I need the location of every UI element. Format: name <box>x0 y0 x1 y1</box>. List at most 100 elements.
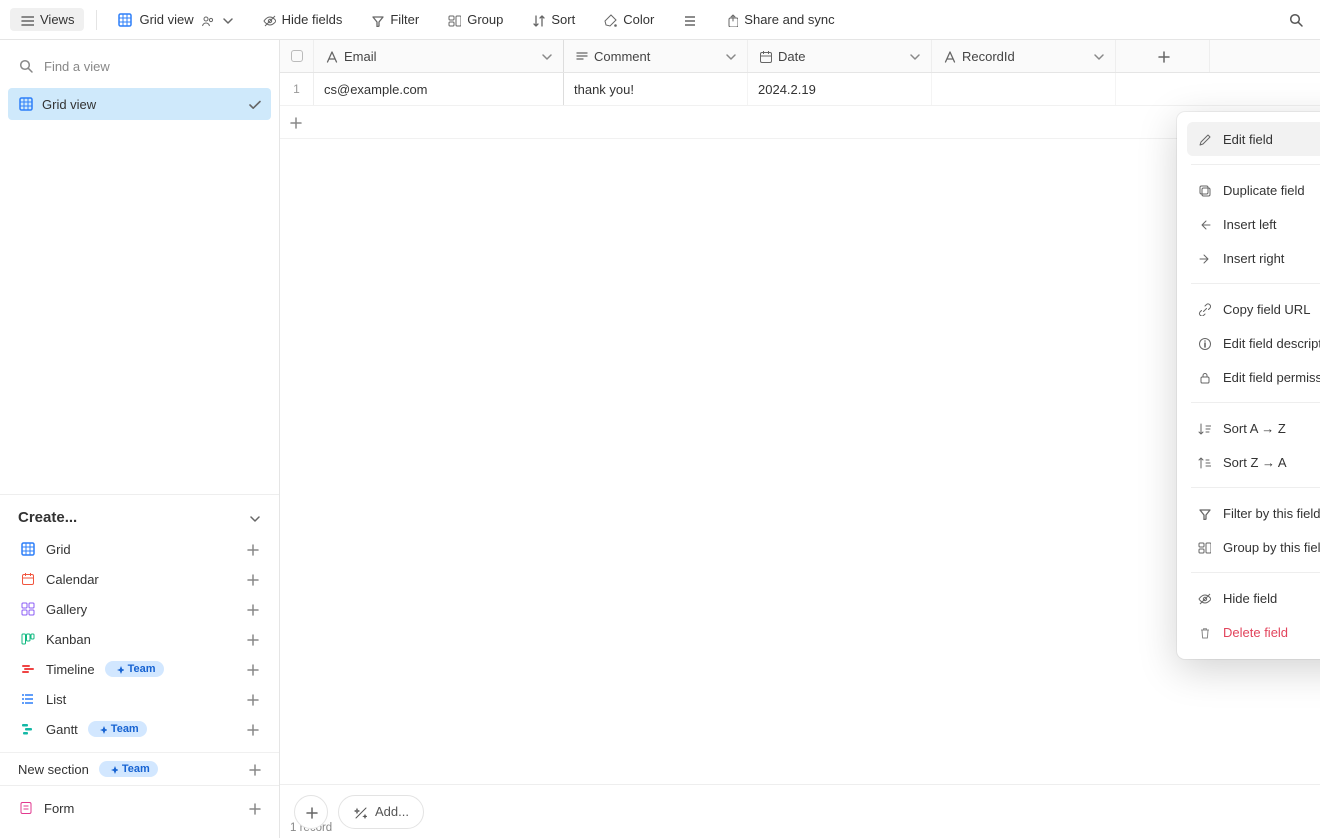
chevron-down-icon <box>220 13 234 27</box>
ctx-sort-za[interactable]: Sort Z → A <box>1187 445 1320 479</box>
add-column-button[interactable] <box>1116 40 1210 72</box>
grid-icon <box>117 12 133 28</box>
create-item-label: Grid <box>46 542 71 557</box>
group-button[interactable]: Group <box>439 8 511 31</box>
ctx-separator <box>1191 283 1320 284</box>
create-kanban-button[interactable]: Kanban <box>18 624 261 654</box>
ctx-label: Sort Z → A <box>1223 455 1287 470</box>
ctx-delete-field[interactable]: Delete field <box>1187 615 1320 649</box>
ctx-label: Edit field <box>1223 132 1273 147</box>
ctx-label: Insert right <box>1223 251 1284 266</box>
sort-label: Sort <box>551 12 575 27</box>
add-icon <box>247 801 261 815</box>
create-grid-button[interactable]: Grid <box>18 534 261 564</box>
filter-button[interactable]: Filter <box>362 8 427 31</box>
share-button[interactable]: Share and sync <box>716 8 842 31</box>
paint-icon <box>603 13 617 27</box>
create-item-label: Kanban <box>46 632 91 647</box>
ctx-sort-az[interactable]: Sort A → Z <box>1187 411 1320 445</box>
column-label: Email <box>344 49 377 64</box>
duplicate-icon <box>1197 183 1211 197</box>
column-header-recordid[interactable]: RecordId <box>932 40 1116 72</box>
eye-off-icon <box>262 13 276 27</box>
column-label: Comment <box>594 49 650 64</box>
ctx-edit-description[interactable]: Edit field description <box>1187 326 1320 360</box>
views-button[interactable]: Views <box>10 8 84 31</box>
column-header-comment[interactable]: Comment <box>564 40 748 72</box>
current-view-label: Grid view <box>139 12 193 27</box>
ctx-filter-by-field[interactable]: Filter by this field <box>1187 496 1320 530</box>
chevron-down-icon[interactable] <box>539 49 553 63</box>
ctx-separator <box>1191 572 1320 573</box>
sort-button[interactable]: Sort <box>523 8 583 31</box>
ctx-hide-field[interactable]: Hide field <box>1187 581 1320 615</box>
ctx-edit-permissions[interactable]: Edit field permissions Team <box>1187 360 1320 394</box>
column-label: RecordId <box>962 49 1015 64</box>
create-item-label: Timeline <box>46 662 95 677</box>
cell-recordid[interactable] <box>932 73 1116 105</box>
create-gantt-button[interactable]: Gantt Team <box>18 714 261 744</box>
create-calendar-button[interactable]: Calendar <box>18 564 261 594</box>
ctx-copy-field-url[interactable]: Copy field URL <box>1187 292 1320 326</box>
column-header-email[interactable]: Email <box>314 40 564 72</box>
sparkle-icon <box>113 664 124 675</box>
chevron-down-icon[interactable] <box>907 49 921 63</box>
add-menu-button[interactable]: Add... <box>338 795 424 829</box>
team-badge: Team <box>88 721 147 737</box>
grid-footer: Add... <box>280 784 1320 838</box>
ctx-label: Edit field permissions <box>1223 370 1320 385</box>
add-icon <box>245 662 259 676</box>
group-icon <box>1197 540 1211 554</box>
ctx-insert-left[interactable]: Insert left <box>1187 207 1320 241</box>
ctx-group-by-field[interactable]: Group by this field <box>1187 530 1320 564</box>
table-row[interactable]: 1cs@example.comthank you!2024.2.19 <box>280 73 1320 106</box>
cell-date[interactable]: 2024.2.19 <box>748 73 932 105</box>
team-badge-label: Team <box>111 723 139 735</box>
color-label: Color <box>623 12 654 27</box>
find-view-input[interactable]: Find a view <box>0 48 279 84</box>
add-row[interactable] <box>280 106 1320 139</box>
chevron-down-icon[interactable] <box>1091 49 1105 63</box>
arrow-right-icon <box>1197 251 1211 265</box>
ctx-duplicate-field[interactable]: Duplicate field <box>1187 173 1320 207</box>
select-all-checkbox[interactable] <box>280 40 314 72</box>
cell-comment[interactable]: thank you! <box>564 73 748 105</box>
sort-az-icon <box>1197 421 1211 435</box>
search-button[interactable] <box>1282 6 1310 34</box>
row-height-button[interactable] <box>674 9 704 31</box>
create-timeline-button[interactable]: Timeline Team <box>18 654 261 684</box>
hide-fields-button[interactable]: Hide fields <box>254 8 351 31</box>
ctx-label: Filter by this field <box>1223 506 1320 521</box>
new-section-button[interactable]: New section Team <box>0 752 279 785</box>
column-header-date[interactable]: Date <box>748 40 932 72</box>
plus-icon <box>1156 49 1170 63</box>
link-icon <box>1197 302 1211 316</box>
view-item-label: Grid view <box>42 97 96 112</box>
team-badge-label: Team <box>128 663 156 675</box>
add-record-button[interactable] <box>294 795 328 829</box>
create-item-label: Calendar <box>46 572 99 587</box>
ctx-label: Duplicate field <box>1223 183 1305 198</box>
create-gallery-button[interactable]: Gallery <box>18 594 261 624</box>
pencil-icon <box>1197 132 1211 146</box>
create-form-button[interactable]: Form <box>18 794 261 822</box>
group-label: Group <box>467 12 503 27</box>
cell-email[interactable]: cs@example.com <box>314 73 564 105</box>
color-button[interactable]: Color <box>595 8 662 31</box>
current-view-button[interactable]: Grid view <box>109 8 241 32</box>
lock-icon <box>1197 370 1211 384</box>
gantt-icon <box>20 721 36 737</box>
create-item-label: List <box>46 692 66 707</box>
filter-icon <box>1197 506 1211 520</box>
check-icon <box>247 97 261 111</box>
create-list-button[interactable]: List <box>18 684 261 714</box>
ctx-edit-field[interactable]: Edit field <box>1187 122 1320 156</box>
create-header[interactable]: Create... <box>18 509 261 526</box>
view-item-grid[interactable]: Grid view <box>8 88 271 120</box>
ctx-insert-right[interactable]: Insert right <box>1187 241 1320 275</box>
grid-icon <box>20 541 36 557</box>
chevron-down-icon[interactable] <box>723 49 737 63</box>
ctx-separator <box>1191 402 1320 403</box>
plus-icon <box>304 805 318 819</box>
create-item-label: Gantt <box>46 722 78 737</box>
